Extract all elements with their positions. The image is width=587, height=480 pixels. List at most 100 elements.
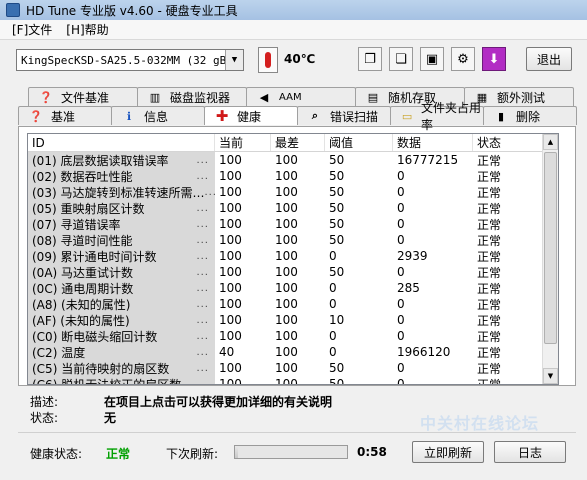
tab-aam[interactable]: ◀ AAM xyxy=(246,87,356,106)
cell-id: (C5) 当前待映射的扇区数... xyxy=(28,360,215,376)
cell-worst: 100 xyxy=(275,361,298,375)
cell-worst: 100 xyxy=(275,329,298,343)
cell-worst: 100 xyxy=(275,281,298,295)
log-button[interactable]: 日志 xyxy=(494,441,566,463)
menu-file[interactable]: [F]文件 xyxy=(12,21,52,38)
table-row[interactable]: (0C) 通电周期计数... 100 100 0 285 正常 xyxy=(28,280,558,296)
cell-worst: 100 xyxy=(275,265,298,279)
table-row[interactable]: (C6) 脱机无法校正的扇区数... 100 100 50 0 正常 xyxy=(28,376,558,385)
tab-info[interactable]: ℹ 信息 xyxy=(111,106,205,125)
speaker-icon: ◀ xyxy=(259,90,269,104)
floppy-disk-icon: ▣ xyxy=(425,51,439,67)
cell-status: 正常 xyxy=(477,297,502,312)
gear-icon: ⚙ xyxy=(457,51,469,67)
cell-current: 40 xyxy=(219,345,235,359)
options-button[interactable]: ⚙ xyxy=(451,47,475,71)
tab-folder-usage[interactable]: ▭ 文件夹占用率 xyxy=(390,101,484,132)
refresh-progress-bar xyxy=(234,445,348,459)
app-icon xyxy=(6,3,20,17)
table-row[interactable]: (0A) 马达重试计数... 100 100 50 0 正常 xyxy=(28,264,558,280)
table-row[interactable]: (C2) 温度... 40 100 0 1966120 正常 xyxy=(28,344,558,360)
cell-data: 0 xyxy=(397,201,405,215)
col-worst[interactable]: 最差 xyxy=(271,134,325,151)
tab-file-benchmark[interactable]: ❓ 文件基准 xyxy=(28,87,138,106)
cell-worst: 100 xyxy=(275,185,298,199)
tab-disk-monitor[interactable]: ▥ 磁盘监视器 xyxy=(137,87,247,106)
description-label: 描述: xyxy=(30,395,59,409)
tab-erase[interactable]: ▮ 删除 xyxy=(483,106,577,125)
table-row[interactable]: (02) 数据吞吐性能... 100 100 50 0 正常 xyxy=(28,168,558,184)
cell-status: 正常 xyxy=(477,313,502,328)
copy-screenshot-button[interactable]: ❏ xyxy=(389,47,413,71)
benchmark-icon: ❓ xyxy=(29,109,43,123)
table-row[interactable]: (AF) (未知的属性)... 100 100 10 0 正常 xyxy=(28,312,558,328)
scroll-down-icon[interactable]: ▼ xyxy=(543,368,558,384)
cell-current: 100 xyxy=(219,329,242,343)
cell-data: 0 xyxy=(397,329,405,343)
health-cross-icon: ✚ xyxy=(215,107,229,125)
cell-data: 0 xyxy=(397,313,405,327)
cell-data: 0 xyxy=(397,233,405,247)
cell-data: 285 xyxy=(397,281,420,295)
cell-status: 正常 xyxy=(477,201,502,216)
cell-status: 正常 xyxy=(477,265,502,280)
scroll-up-icon[interactable]: ▲ xyxy=(543,134,558,150)
tab-row-2: ❓ 基准 ℹ 信息 ✚ 健康 ⌕ 错误扫描 ▭ 文件夹占用率 ▮ 删除 xyxy=(18,101,577,132)
menu-help[interactable]: [H]帮助 xyxy=(66,21,108,38)
refresh-now-button[interactable]: 立即刷新 xyxy=(412,441,484,463)
col-threshold[interactable]: 阈值 xyxy=(325,134,393,151)
cell-current: 100 xyxy=(219,313,242,327)
table-row[interactable]: (05) 重映射扇区计数... 100 100 50 0 正常 xyxy=(28,200,558,216)
trash-icon: ▮ xyxy=(497,109,505,123)
drive-select[interactable]: KingSpecKSD-SA25.5-032MM (32 gB) ▼ xyxy=(16,49,244,71)
cell-threshold: 0 xyxy=(329,249,337,263)
tab-benchmark[interactable]: ❓ 基准 xyxy=(18,106,112,125)
drive-select-value: KingSpecKSD-SA25.5-032MM (32 gB) xyxy=(21,53,233,67)
cell-current: 100 xyxy=(219,233,242,247)
table-header: ID 当前 最差 阈值 数据 状态 xyxy=(28,134,558,152)
col-current[interactable]: 当前 xyxy=(215,134,271,151)
tab-error-scan[interactable]: ⌕ 错误扫描 xyxy=(297,106,391,125)
chevron-down-icon[interactable]: ▼ xyxy=(225,50,243,70)
table-row[interactable]: (A8) (未知的属性)... 100 100 0 0 正常 xyxy=(28,296,558,312)
scroll-thumb[interactable] xyxy=(544,152,557,344)
cell-current: 100 xyxy=(219,249,242,263)
cell-id: (07) 寻道错误率... xyxy=(28,216,215,232)
cell-status: 正常 xyxy=(477,169,502,184)
vertical-scrollbar[interactable]: ▲ ▼ xyxy=(542,134,558,384)
save-button[interactable]: ▣ xyxy=(420,47,444,71)
cell-status: 正常 xyxy=(477,281,502,296)
table-row[interactable]: (C5) 当前待映射的扇区数... 100 100 50 0 正常 xyxy=(28,360,558,376)
table-row[interactable]: (08) 寻道时间性能... 100 100 50 0 正常 xyxy=(28,232,558,248)
copy-icon: ❐ xyxy=(364,51,376,67)
cell-status: 正常 xyxy=(477,345,502,360)
col-status[interactable]: 状态 xyxy=(473,134,553,151)
cell-current: 100 xyxy=(219,377,242,385)
monitor-icon: ▥ xyxy=(149,90,161,104)
table-row[interactable]: (07) 寻道错误率... 100 100 50 0 正常 xyxy=(28,216,558,232)
cell-data: 2939 xyxy=(397,249,428,263)
cell-current: 100 xyxy=(219,281,242,295)
col-id[interactable]: ID xyxy=(28,134,215,151)
smart-table[interactable]: ID 当前 最差 阈值 数据 状态 (01) 底层数据读取错误率... 100 10… xyxy=(27,133,559,385)
col-data[interactable]: 数据 xyxy=(393,134,473,151)
table-row[interactable]: (01) 底层数据读取错误率... 100 100 50 16777215 正常 xyxy=(28,152,558,168)
cell-worst: 100 xyxy=(275,313,298,327)
cell-id: (0A) 马达重试计数... xyxy=(28,264,215,280)
cell-current: 100 xyxy=(219,265,242,279)
table-row[interactable]: (03) 马达旋转到标准转速所需…... 100 100 50 0 正常 xyxy=(28,184,558,200)
cell-current: 100 xyxy=(219,185,242,199)
health-status-label: 健康状态: xyxy=(30,447,83,461)
copy-info-button[interactable]: ❐ xyxy=(358,47,382,71)
download-button[interactable]: ⬇ xyxy=(482,47,506,71)
health-status-value: 正常 xyxy=(106,447,131,461)
cell-status: 正常 xyxy=(477,217,502,232)
thermometer-icon xyxy=(258,47,278,73)
table-row[interactable]: (C0) 断电磁头缩回计数... 100 100 0 0 正常 xyxy=(28,328,558,344)
cell-status: 正常 xyxy=(477,153,502,168)
divider xyxy=(18,432,576,433)
tab-health[interactable]: ✚ 健康 xyxy=(204,106,298,125)
table-row[interactable]: (09) 累计通电时间计数... 100 100 0 2939 正常 xyxy=(28,248,558,264)
exit-button[interactable]: 退出 xyxy=(526,47,572,71)
cell-id: (01) 底层数据读取错误率... xyxy=(28,152,215,168)
